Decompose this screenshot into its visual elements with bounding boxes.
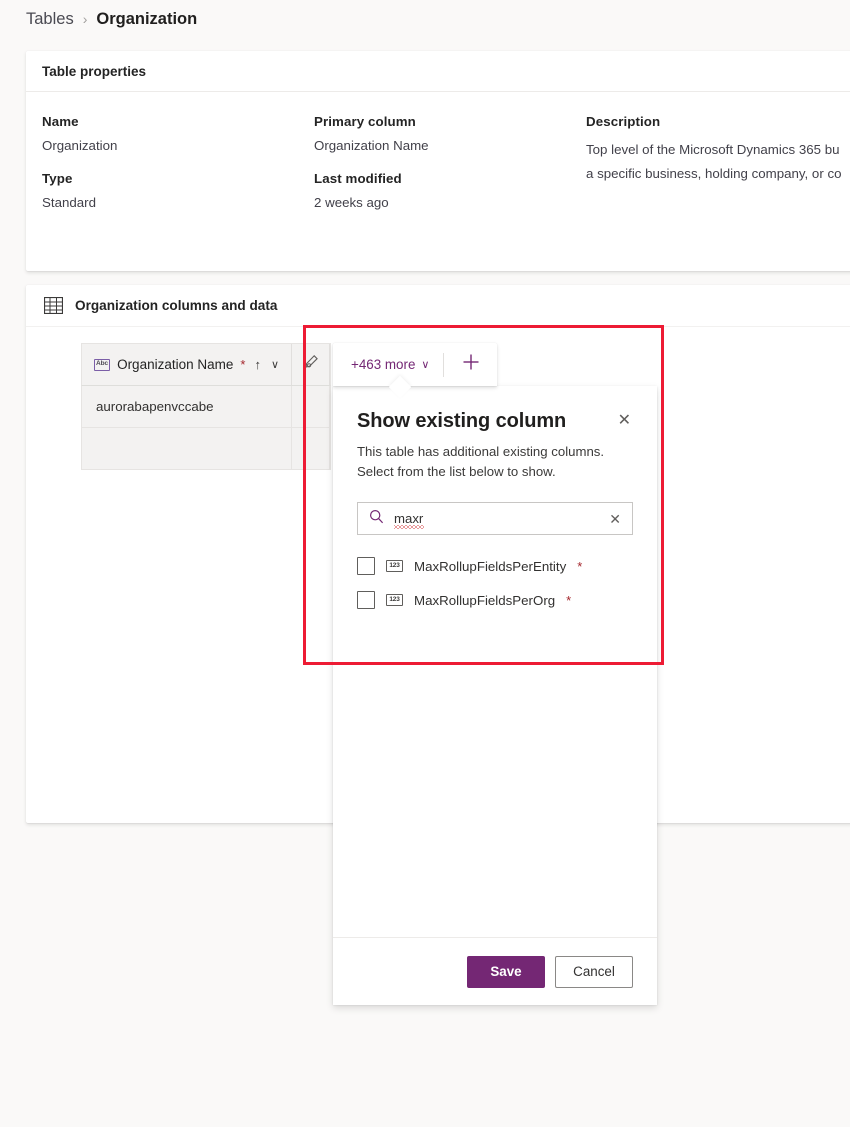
more-columns-label: +463 more [351,357,416,372]
column-toolbar: +463 more ∨ [333,343,497,386]
properties-column-left: Name Organization Type Standard [42,114,314,228]
cell-organization-name[interactable]: aurorabapenvccabe [82,386,292,427]
edit-column-button[interactable] [292,344,330,385]
search-input-value[interactable]: maxr [394,511,596,529]
value-last-modified: 2 weeks ago [314,195,389,210]
table-properties-card: Table properties Name Organization Type … [26,51,850,271]
breadcrumb-link-tables[interactable]: Tables [26,10,74,29]
breadcrumb-current-organization: Organization [96,9,198,28]
label-last-modified: Last modified [314,171,402,186]
list-item[interactable]: 123 MaxRollupFieldsPerOrg * [357,583,633,617]
chevron-down-icon: ∨ [421,359,430,371]
spellcheck-underline [394,525,424,529]
checkbox-maxrollupfieldsperorg[interactable] [357,591,375,609]
flyout-title: Show existing column [357,410,567,432]
search-icon [369,509,384,529]
label-description: Description [586,114,661,129]
add-column-button[interactable] [444,343,497,386]
number-type-icon: 123 [386,594,403,606]
required-marker: * [577,558,583,574]
table-row[interactable]: aurorabapenvccabe [81,386,331,428]
properties-column-middle: Primary column Organization Name Last mo… [314,114,586,228]
table-properties-grid: Name Organization Type Standard Primary … [26,92,850,228]
flyout-body: Show existing column ✕ This table has ad… [333,386,657,937]
column-header-label: Organization Name [117,357,234,372]
required-marker: * [240,357,246,372]
checkbox-maxrollupfieldsperentity[interactable] [357,557,375,575]
table-row[interactable] [81,428,331,470]
list-item-label: MaxRollupFieldsPerOrg [414,592,556,608]
more-columns-button[interactable]: +463 more ∨ [333,343,443,386]
close-icon[interactable]: ✕ [616,410,633,432]
search-text-value: maxr [394,511,424,526]
value-name: Organization [42,138,118,153]
plus-icon [462,353,480,376]
table-properties-header: Table properties [26,51,850,92]
list-item[interactable]: 123 MaxRollupFieldsPerEntity * [357,549,633,583]
flyout-subtitle: This table has additional existing colum… [357,444,605,479]
breadcrumb: Tables › Organization [26,4,197,34]
flyout-title-row: Show existing column ✕ [357,410,633,433]
table-properties-title: Table properties [42,63,147,79]
breadcrumb-separator-icon: › [82,11,88,27]
show-existing-column-flyout: Show existing column ✕ This table has ad… [333,386,657,1005]
cell-edit-spacer [292,428,330,469]
required-marker: * [566,592,572,608]
label-type: Type [42,171,73,186]
value-description-line1: Top level of the Microsoft Dynamics 365 … [586,142,840,157]
text-type-icon: Abc [94,358,111,371]
edit-pencil-icon [303,354,319,375]
column-header-organization-name[interactable]: Abc Organization Name * ↑ ∨ [82,344,292,385]
cell-organization-name[interactable] [82,428,292,469]
columns-and-data-header: Organization columns and data [26,285,850,327]
value-description-line2: a specific business, holding company, or… [586,166,842,181]
chevron-down-icon[interactable]: ∨ [271,358,279,371]
label-name: Name [42,114,79,129]
table-grid-icon [43,296,64,315]
cell-edit-spacer [292,386,330,427]
value-type: Standard [42,195,96,210]
list-item-label: MaxRollupFieldsPerEntity [414,558,567,574]
sort-ascending-icon[interactable]: ↑ [254,357,261,372]
clear-search-icon[interactable]: ✕ [606,510,624,528]
cancel-button[interactable]: Cancel [555,955,633,988]
data-grid-header-row: Abc Organization Name * ↑ ∨ [81,343,331,386]
label-primary-column: Primary column [314,114,416,129]
search-input[interactable]: maxr ✕ [357,502,633,535]
properties-column-right: Description Top level of the Microsoft D… [586,114,850,228]
data-grid: Abc Organization Name * ↑ ∨ aurorabapenv… [81,343,331,470]
value-primary-column: Organization Name [314,138,429,153]
flyout-footer: Save Cancel [333,937,657,1005]
number-type-icon: 123 [386,560,403,572]
columns-and-data-title: Organization columns and data [75,298,278,313]
save-button[interactable]: Save [467,955,545,988]
existing-columns-list: 123 MaxRollupFieldsPerEntity * 123 MaxRo… [357,549,633,617]
